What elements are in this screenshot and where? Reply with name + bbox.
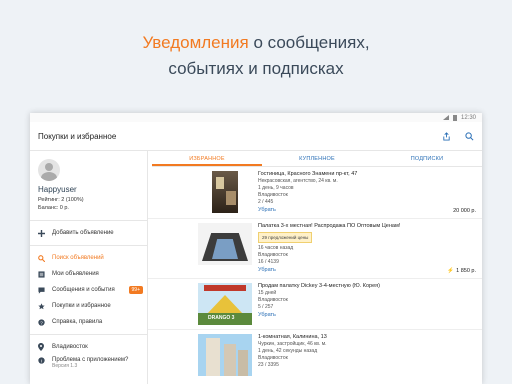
tablet-screen: 12:30 Покупки и избранное Happyuser Рейт… [30, 113, 482, 384]
info-icon: i [38, 357, 52, 364]
promo-line-1: Уведомления о сообщениях, [0, 30, 512, 56]
help-icon: ? [38, 318, 52, 326]
svg-text:i: i [41, 358, 42, 364]
app-version: Версия 1.3 [52, 363, 78, 369]
menu-divider [30, 245, 147, 246]
signal-icon [442, 115, 449, 120]
menu-problem[interactable]: i Проблема с приложением? Версия 1.3 [30, 355, 147, 375]
listing-photo-label: DRANGO 3 [208, 315, 235, 321]
listing-photo [198, 334, 252, 376]
menu-city[interactable]: Владивосток [30, 339, 147, 355]
menu-divider [30, 334, 147, 335]
listing-subtitle: Некрасовская, агентство, 24 кв. м. [258, 178, 338, 184]
listing-city: Владивосток [258, 355, 288, 361]
listing-time: 1 день, 42 секунды назад [258, 348, 318, 354]
listing-title[interactable]: 1-комнатная, Калинина, 13 [258, 334, 476, 341]
price-offers-badge: 29 предложений цены [258, 232, 313, 243]
menu-city-label: Владивосток [52, 344, 88, 350]
username: Happyuser [38, 185, 77, 194]
app-bar: Покупки и избранное [30, 122, 482, 151]
remove-link[interactable]: Убрать [258, 267, 476, 274]
menu-messages[interactable]: Сообщения и события 99+ [30, 282, 147, 298]
rating: Рейтинг: 2 (100%) [38, 197, 84, 203]
tab-favorites[interactable]: ИЗБРАННОЕ [152, 151, 262, 166]
status-time: 12:30 [460, 114, 476, 121]
menu-search-label: Поиск объявлений [52, 255, 104, 261]
location-pin-icon [38, 343, 52, 351]
listing-views: 23 / 3395 [258, 362, 279, 368]
menu-my-ads[interactable]: Мои объявления [30, 266, 147, 282]
listing-time: 15 дней [258, 290, 277, 296]
menu-purchases-label: Покупки и избранное [52, 303, 111, 309]
menu-help-label: Справка, правила [52, 319, 103, 325]
list-item[interactable]: Палатка 3-х местная! Распродажа ПО Оптов… [148, 219, 482, 279]
avatar [38, 159, 60, 181]
chat-icon [38, 286, 52, 294]
promo-line-2: событиях и подписках [168, 59, 344, 78]
search-icon[interactable] [465, 131, 474, 141]
listing-city: Владивосток [258, 192, 288, 198]
listing-subtitle: Чуркин, застройщик, 46 кв. м. [258, 341, 327, 347]
listing-time: 16 часов назад [258, 245, 294, 251]
tab-bar: ИЗБРАННОЕ КУПЛЕННОЕ ПОДПИСКИ [152, 151, 482, 167]
listing-photo [198, 171, 252, 213]
menu-messages-label: Сообщения и события [52, 287, 115, 293]
listing-views: 5 / 257 [258, 304, 274, 310]
nav-menu: Добавить объявление Поиск объявлений Мои… [30, 221, 147, 375]
listing-price: ⚡ 1 850 р. [447, 268, 476, 274]
status-bar: 12:30 [30, 113, 482, 122]
promo-headline: Уведомления о сообщениях, событиях и под… [0, 30, 512, 82]
remove-link[interactable]: Убрать [258, 207, 476, 214]
list-icon [38, 270, 52, 278]
listing-title[interactable]: Продам палатку Dickey 3-4-местную (Ю. Ко… [258, 283, 476, 290]
promo-accent: Уведомления [142, 33, 249, 52]
listing-title[interactable]: Палатка 3-х местная! Распродажа ПО Оптов… [258, 223, 476, 230]
promo-line-1-rest: о сообщениях, [248, 33, 370, 52]
listing-title[interactable]: Гостиница, Красного Знамени пр-кт, 47 [258, 171, 476, 178]
svg-text:?: ? [40, 320, 43, 326]
listing-views: 16 / 4139 [258, 259, 279, 265]
menu-help[interactable]: ? Справка, правила [30, 314, 147, 330]
sidebar: Happyuser Рейтинг: 2 (100%) Баланс: 0 р.… [30, 151, 148, 384]
list-item[interactable]: Гостиница, Красного Знамени пр-кт, 47 Не… [148, 167, 482, 219]
listing-time: 1 день, 9 часов [258, 185, 294, 191]
tab-purchased[interactable]: КУПЛЕННОЕ [262, 151, 372, 166]
battery-icon [452, 114, 457, 121]
menu-purchases[interactable]: Покупки и избранное [30, 298, 147, 314]
listing-photo [198, 223, 252, 265]
menu-add-ad-label: Добавить объявление [52, 230, 114, 236]
menu-add-ad[interactable]: Добавить объявление [30, 225, 147, 241]
listing-views: 2 / 445 [258, 199, 274, 205]
listing-photo: DRANGO 3 [198, 283, 252, 325]
messages-badge: 99+ [128, 286, 143, 294]
main-content: ИЗБРАННОЕ КУПЛЕННОЕ ПОДПИСКИ Гостиница, … [148, 151, 482, 384]
search-icon [38, 254, 52, 262]
list-item[interactable]: 1-комнатная, Калинина, 13 Чуркин, застро… [148, 330, 482, 380]
listing-price: 20 000 р. [453, 208, 476, 214]
listing-city: Владивосток [258, 297, 288, 303]
price-tag-icon: ⚡ [447, 268, 455, 274]
menu-search[interactable]: Поиск объявлений [30, 250, 147, 266]
listing-city: Владивосток [258, 252, 288, 258]
star-icon [38, 302, 52, 310]
share-icon[interactable] [442, 131, 451, 141]
list-item[interactable]: DRANGO 3 Продам палатку Dickey 3-4-местн… [148, 279, 482, 330]
page-title: Покупки и избранное [38, 131, 117, 141]
profile-block[interactable]: Happyuser Рейтинг: 2 (100%) Баланс: 0 р. [30, 159, 147, 221]
balance: Баланс: 0 р. [38, 205, 69, 211]
remove-link[interactable]: Убрать [258, 312, 476, 319]
menu-my-ads-label: Мои объявления [52, 271, 99, 277]
plus-icon [38, 229, 52, 237]
tab-subscriptions[interactable]: ПОДПИСКИ [372, 151, 482, 166]
